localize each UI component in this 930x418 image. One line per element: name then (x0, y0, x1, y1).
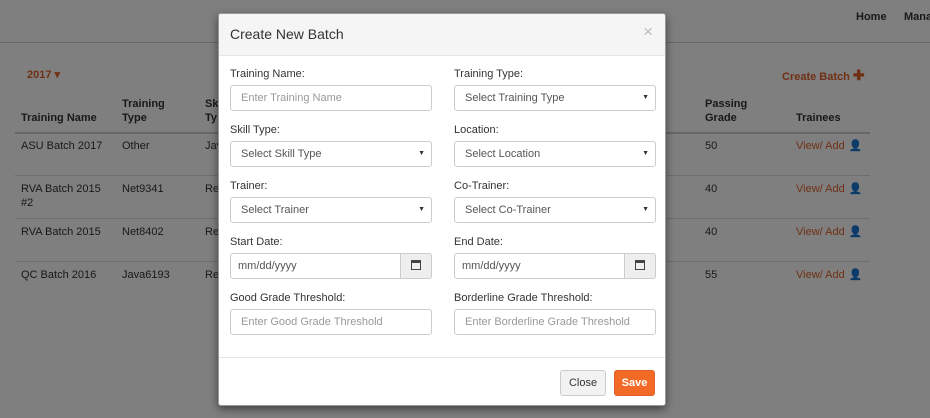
location-label: Location: (454, 124, 499, 136)
training-type-select[interactable]: Select Training Type ▼ (454, 85, 656, 111)
end-date-calendar-button[interactable] (624, 253, 656, 279)
modal-title: Create New Batch (230, 26, 344, 42)
training-type-value: Select Training Type (465, 92, 565, 104)
good-grade-label: Good Grade Threshold: (230, 292, 346, 304)
create-batch-modal: Create New Batch × Training Name: Enter … (218, 13, 666, 406)
modal-header: Create New Batch × (219, 14, 665, 56)
co-trainer-value: Select Co-Trainer (465, 204, 551, 216)
close-button[interactable]: Close (560, 370, 606, 396)
start-date-calendar-button[interactable] (400, 253, 432, 279)
end-date-label: End Date: (454, 236, 503, 248)
calendar-icon (411, 260, 421, 271)
training-name-label: Training Name: (230, 68, 305, 80)
trainer-select[interactable]: Select Trainer ▼ (230, 197, 432, 223)
location-select[interactable]: Select Location ▼ (454, 141, 656, 167)
chevron-down-icon: ▼ (418, 150, 425, 157)
chevron-down-icon: ▼ (642, 94, 649, 101)
location-value: Select Location (465, 148, 541, 160)
end-date-input[interactable]: mm/dd/yyyy (454, 253, 625, 279)
borderline-grade-label: Borderline Grade Threshold: (454, 292, 593, 304)
training-type-label: Training Type: (454, 68, 524, 80)
calendar-icon (635, 260, 645, 271)
save-button[interactable]: Save (614, 370, 655, 396)
start-date-input[interactable]: mm/dd/yyyy (230, 253, 401, 279)
start-date-field: mm/dd/yyyy (230, 253, 432, 279)
modal-footer: Close Save (219, 357, 665, 405)
trainer-label: Trainer: (230, 180, 268, 192)
chevron-down-icon: ▼ (642, 206, 649, 213)
close-icon[interactable]: × (643, 22, 653, 42)
co-trainer-label: Co-Trainer: (454, 180, 510, 192)
start-date-label: Start Date: (230, 236, 283, 248)
chevron-down-icon: ▼ (418, 206, 425, 213)
good-grade-input[interactable]: Enter Good Grade Threshold (230, 309, 432, 335)
skill-type-value: Select Skill Type (241, 148, 322, 160)
trainer-value: Select Trainer (241, 204, 309, 216)
training-name-input[interactable]: Enter Training Name (230, 85, 432, 111)
end-date-field: mm/dd/yyyy (454, 253, 656, 279)
skill-type-label: Skill Type: (230, 124, 280, 136)
skill-type-select[interactable]: Select Skill Type ▼ (230, 141, 432, 167)
co-trainer-select[interactable]: Select Co-Trainer ▼ (454, 197, 656, 223)
borderline-grade-input[interactable]: Enter Borderline Grade Threshold (454, 309, 656, 335)
chevron-down-icon: ▼ (642, 150, 649, 157)
